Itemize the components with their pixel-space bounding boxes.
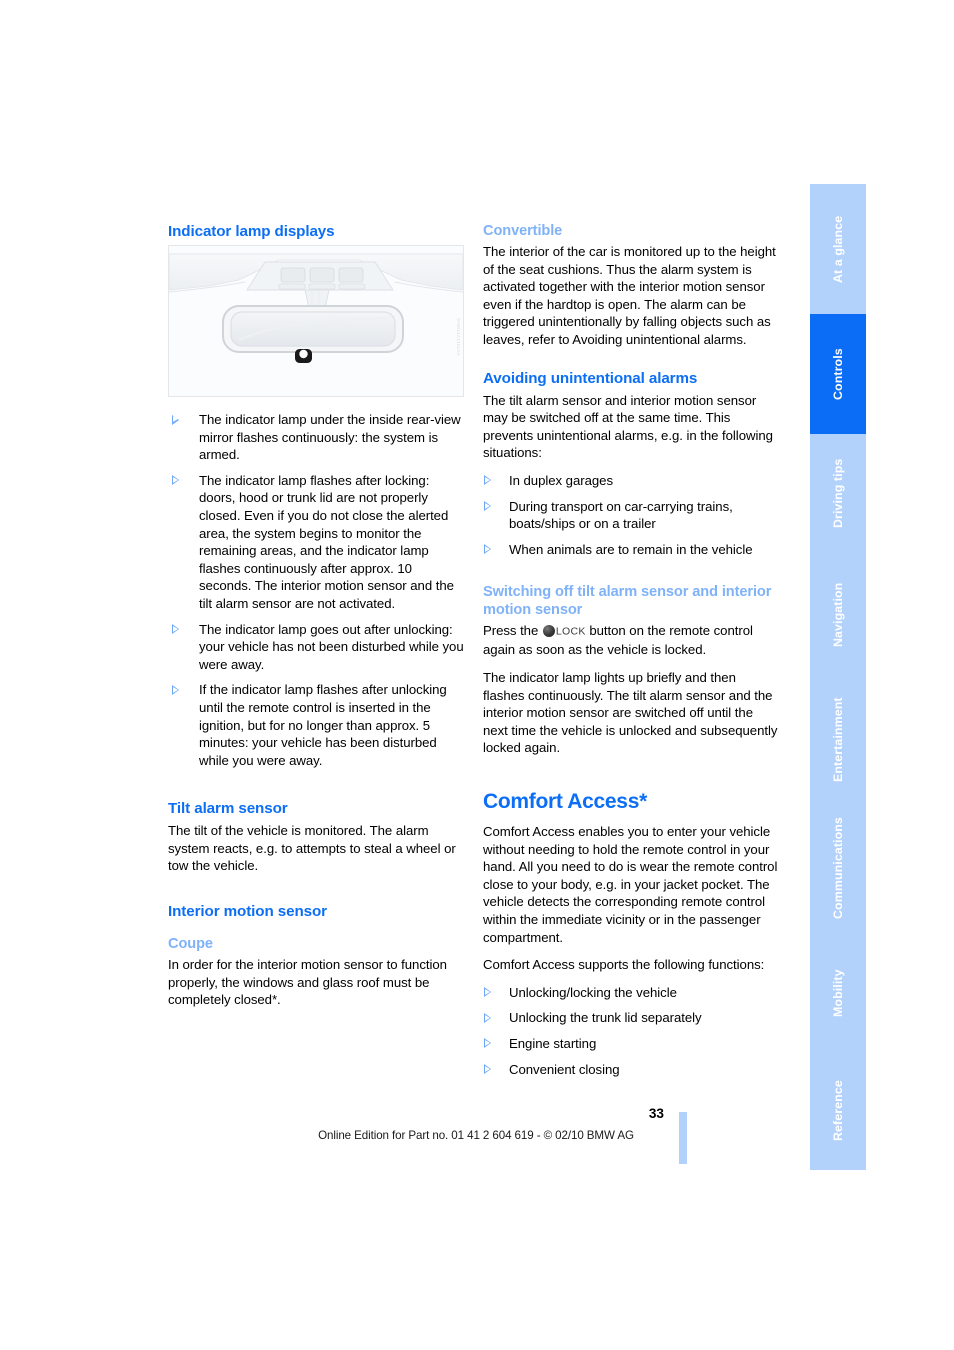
heading-coupe: Coupe [168, 936, 213, 953]
list-item: When animals are to remain in the vehicl… [483, 541, 779, 559]
heading-interior-motion-sensor: Interior motion sensor [168, 903, 327, 921]
triangle-bullet-icon [484, 1038, 491, 1049]
avoiding-alarms-bullet-list: In duplex garages During transport on ca… [483, 472, 779, 558]
list-item: The indicator lamp under the inside rear… [168, 411, 464, 464]
sidebar-tab-driving-tips[interactable]: Driving tips [810, 434, 866, 552]
heading-switching-off-sensors: Switching off tilt alarm sensor and inte… [483, 584, 772, 619]
comfort-access-body-1: Comfort Access enables you to enter your… [483, 823, 778, 945]
page-marker-bar [679, 1112, 687, 1164]
figure-code: SHM11A1111AA [456, 318, 461, 357]
sidebar-tab-label: Controls [831, 348, 845, 400]
tilt-alarm-sensor-body: The tilt of the vehicle is monitored. Th… [168, 823, 456, 874]
triangle-bullet-icon [172, 414, 179, 425]
sidebar-tab-label: Mobility [831, 969, 845, 1017]
list-item-text: The indicator lamp flashes after locking… [199, 472, 454, 611]
list-item: In duplex garages [483, 472, 779, 490]
footer-edition-notice: Online Edition for Part no. 01 41 2 604 … [318, 1129, 634, 1142]
heading-avoiding-unintentional-alarms: Avoiding unintentional alarms [483, 369, 698, 387]
comfort-access-body-2: Comfort Access supports the following fu… [483, 957, 765, 973]
right-column: Convertible The interior of the car is m… [483, 222, 779, 1086]
triangle-bullet-icon [172, 684, 179, 695]
sidebar-tab-label: Reference [831, 1080, 845, 1142]
rear-view-mirror-illustration [169, 246, 463, 396]
list-item: The indicator lamp goes out after unlock… [168, 621, 464, 674]
list-item-text: Convenient closing [509, 1061, 620, 1077]
triangle-bullet-icon [172, 475, 179, 486]
convertible-body: The interior of the car is monitored up … [483, 244, 776, 347]
switching-off-body-2: The indicator lamp lights up briefly and… [483, 670, 778, 756]
sidebar-tab-communications[interactable]: Communications [810, 802, 866, 934]
comfort-access-bullet-list: Unlocking/locking the vehicle Unlocking … [483, 984, 779, 1078]
sidebar-tab-label: Driving tips [831, 458, 845, 528]
figure-inside-rear-view-mirror: SHM11A1111AA [168, 245, 464, 397]
left-column: Indicator lamp displays SHM11A1111AA The… [168, 222, 464, 1019]
triangle-bullet-icon [484, 475, 491, 486]
sidebar-tab-entertainment[interactable]: Entertainment [810, 677, 866, 802]
list-item-text: The indicator lamp under the inside rear… [199, 412, 461, 463]
heading-tilt-alarm-sensor: Tilt alarm sensor [168, 800, 288, 818]
sidebar-tab-navigation[interactable]: Navigation [810, 552, 866, 677]
lock-button-icon [542, 625, 555, 638]
coupe-body: In order for the interior motion sensor … [168, 957, 447, 1008]
sidebar-tab-label: Entertainment [831, 697, 845, 782]
list-item-text: In duplex garages [509, 472, 613, 488]
lock-button-label: LOCK [555, 625, 586, 638]
heading-comfort-access: Comfort Access* [483, 789, 647, 813]
list-item: Convenient closing [483, 1061, 779, 1079]
sidebar-tab-mobility[interactable]: Mobility [810, 934, 866, 1052]
list-item-text: The indicator lamp goes out after unlock… [199, 621, 464, 672]
list-item-text: Unlocking/locking the vehicle [509, 984, 677, 1000]
list-item-text: Engine starting [509, 1035, 597, 1051]
indicator-lamp-bullet-list: The indicator lamp under the inside rear… [168, 411, 464, 769]
heading-indicator-lamp-displays: Indicator lamp displays [168, 223, 335, 240]
triangle-bullet-icon [484, 544, 491, 555]
avoiding-alarms-body: The tilt alarm sensor and interior motio… [483, 392, 773, 461]
list-item-text: Unlocking the trunk lid separately [509, 1010, 702, 1026]
triangle-bullet-icon [172, 624, 179, 635]
triangle-bullet-icon [484, 501, 491, 512]
list-item-text: During transport on car-carrying trains,… [509, 498, 733, 532]
list-item: During transport on car-carrying trains,… [483, 498, 779, 533]
page-number: 33 [648, 1106, 664, 1121]
list-item-text: When animals are to remain in the vehicl… [509, 541, 753, 557]
list-item: Unlocking the trunk lid separately [483, 1009, 779, 1027]
manual-page: Indicator lamp displays SHM11A1111AA The… [0, 0, 954, 1350]
sidebar-tab-label: Navigation [831, 582, 845, 647]
list-item: Engine starting [483, 1035, 779, 1053]
list-item: If the indicator lamp flashes after unlo… [168, 681, 464, 769]
switching-press-prefix: Press the [483, 623, 539, 639]
triangle-bullet-icon [484, 987, 491, 998]
sidebar-tab-label: At a glance [831, 215, 845, 283]
list-item-text: If the indicator lamp flashes after unlo… [199, 682, 447, 768]
triangle-bullet-icon [484, 1012, 491, 1023]
list-item: The indicator lamp flashes after locking… [168, 472, 464, 613]
list-item: Unlocking/locking the vehicle [483, 984, 779, 1002]
triangle-bullet-icon [484, 1064, 491, 1074]
sidebar-tab-at-a-glance[interactable]: At a glance [810, 184, 866, 314]
switching-off-instruction: Press the LOCK button on the remote cont… [483, 622, 779, 659]
sidebar-tab-reference[interactable]: Reference [810, 1052, 866, 1170]
sidebar-tab-controls[interactable]: Controls [810, 314, 866, 434]
heading-convertible: Convertible [483, 223, 563, 239]
sidebar-tab-label: Communications [831, 817, 845, 919]
section-tab-rail[interactable]: At a glance Controls Driving tips Navigatio… [810, 184, 866, 1170]
